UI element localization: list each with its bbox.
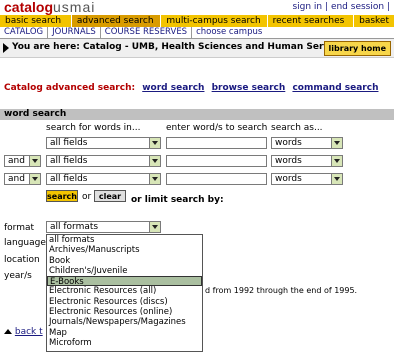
catalog-logo[interactable]: catalogusmai [4,0,95,15]
chevron-down-icon [149,222,160,232]
format-option[interactable]: all formats [47,235,202,245]
format-dropdown-list[interactable]: all formats Archives/Manuscripts Book Ch… [46,234,203,352]
advanced-search-options: Catalog advanced search: word search bro… [4,83,378,93]
boolean-op-select-3[interactable]: and [4,173,41,185]
column-header-words: enter word/s to search [166,123,268,133]
word-search-link[interactable]: word search [142,83,204,93]
search-as-select-3[interactable]: words [271,173,343,185]
search-as-select-2[interactable]: words [271,155,343,167]
format-label: format [4,223,35,233]
browse-search-link[interactable]: browse search [212,83,286,93]
command-search-link[interactable]: command search [292,83,378,93]
search-term-input-3[interactable] [166,173,267,185]
format-option[interactable]: Map [47,328,202,338]
year-note: d from 1992 through the end of 1995. [205,286,358,295]
separator: | [386,2,390,12]
tab-recent-searches[interactable]: recent searches [268,15,355,27]
format-option[interactable]: Book [47,256,202,266]
subnav-course-reserves[interactable]: COURSE RESERVES [101,27,193,38]
format-option-selected[interactable]: E-Books [47,276,202,287]
boolean-op-select-3-value: and [8,174,25,184]
arrow-right-icon [3,43,9,53]
subnav-choose-campus[interactable]: choose campus [192,27,266,38]
separator: | [325,2,329,12]
chevron-down-icon [29,174,40,184]
logo-usmai: usmai [53,0,96,15]
subnav-catalog[interactable]: CATALOG [0,27,49,38]
field-select-2-value: all fields [50,156,88,166]
search-as-select-1[interactable]: words [271,137,343,149]
search-term-input-2[interactable] [166,155,267,167]
arrow-up-icon [4,329,12,334]
boolean-op-select-2-value: and [8,156,25,166]
sub-navigation: CATALOG JOURNALS COURSE RESERVES choose … [0,27,394,38]
chevron-down-icon [149,174,160,184]
chevron-down-icon [331,174,342,184]
search-term-input-1[interactable] [166,137,267,149]
year-label: year/s [4,271,32,281]
tab-advanced-search[interactable]: advanced search [71,15,162,27]
format-select-value: all formats [50,222,99,232]
tab-basket[interactable]: basket [354,15,394,27]
chevron-down-icon [149,156,160,166]
field-select-3[interactable]: all fields [46,173,161,185]
library-home-button[interactable]: library home [323,41,391,56]
field-select-1-value: all fields [50,138,88,148]
or-text: or [82,192,92,202]
field-select-3-value: all fields [50,174,88,184]
format-option[interactable]: Archives/Manuscripts [47,245,202,255]
top-links: sign in | end session | [292,2,390,12]
limit-search-label: or limit search by: [131,195,224,205]
language-label: language [4,238,46,248]
format-option[interactable]: Electronic Resources (all) [47,286,202,296]
main-tabs: basic search advanced search multi-campu… [0,15,394,27]
field-select-2[interactable]: all fields [46,155,161,167]
end-session-link[interactable]: end session [331,2,384,12]
breadcrumb: You are here: Catalog - UMB, Health Scie… [0,38,394,58]
word-search-header: word search [0,109,394,120]
breadcrumb-text: You are here: Catalog - UMB, Health Scie… [12,42,350,52]
format-select[interactable]: all formats [46,221,161,233]
chevron-down-icon [331,156,342,166]
sign-in-link[interactable]: sign in [292,2,322,12]
format-option[interactable]: Electronic Resources (online) [47,307,202,317]
logo-catalog: catalog [4,0,54,15]
format-option[interactable]: Journals/Newspapers/Magazines [47,317,202,327]
location-label: location [4,255,40,265]
advanced-search-label: Catalog advanced search: [4,83,136,93]
chevron-down-icon [331,138,342,148]
back-to-top: back t [4,327,43,337]
tab-basic-search[interactable]: basic search [0,15,72,27]
search-as-select-1-value: words [275,138,302,148]
search-as-select-3-value: words [275,174,302,184]
clear-button[interactable]: clear [94,190,126,202]
chevron-down-icon [149,138,160,148]
column-header-fields: search for words in... [46,123,141,133]
back-to-link[interactable]: back t [15,327,43,337]
subnav-journals[interactable]: JOURNALS [48,27,101,38]
format-option[interactable]: Children's/Juvenile [47,266,202,276]
tab-multi-campus-search[interactable]: multi-campus search [161,15,268,27]
format-option[interactable]: Microform [47,338,202,348]
search-as-select-2-value: words [275,156,302,166]
boolean-op-select-2[interactable]: and [4,155,41,167]
format-option[interactable]: Electronic Resources (discs) [47,297,202,307]
column-header-search-as: search as... [271,123,323,133]
chevron-down-icon [29,156,40,166]
search-button[interactable]: search [46,190,78,202]
field-select-1[interactable]: all fields [46,137,161,149]
